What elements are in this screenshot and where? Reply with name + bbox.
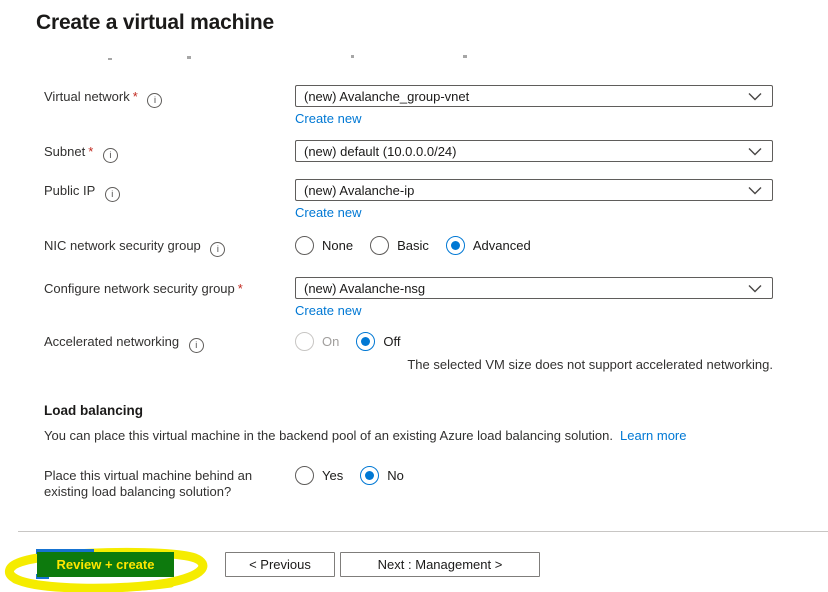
info-icon[interactable]: i bbox=[210, 242, 226, 257]
radio-label: None bbox=[322, 238, 354, 253]
chevron-down-icon bbox=[748, 284, 762, 292]
field-label: Configure network security group bbox=[44, 281, 235, 296]
chevron-down-icon bbox=[748, 186, 762, 194]
field-label: Place this virtual machine behind an exi… bbox=[44, 468, 253, 499]
radio-circle bbox=[370, 236, 390, 255]
info-glyph: i bbox=[111, 189, 114, 199]
description-text: You can place this virtual machine in th… bbox=[44, 428, 614, 443]
page-title: Create a virtual machine bbox=[36, 11, 274, 34]
radio-label: No bbox=[387, 468, 404, 483]
radio-off[interactable]: Off bbox=[356, 332, 400, 351]
radio-label: On bbox=[322, 334, 340, 349]
nic-nsg-radio-group: None Basic Advanced bbox=[295, 234, 773, 255]
info-glyph: i bbox=[195, 340, 198, 350]
load-balancing-radio-group: Yes No bbox=[295, 464, 773, 485]
create-new-link[interactable]: Create new bbox=[295, 111, 361, 127]
virtual-network-row: Virtual network * i (new) Avalanche_group… bbox=[44, 85, 773, 128]
subnet-label: Subnet * i bbox=[44, 140, 295, 163]
chevron-down-icon bbox=[748, 92, 762, 100]
radio-circle bbox=[445, 236, 465, 255]
info-icon[interactable]: i bbox=[102, 148, 118, 163]
required-marker: * bbox=[132, 89, 138, 104]
configure-nsg-row: Configure network security group * (new) … bbox=[44, 277, 773, 320]
load-balancing-heading: Load balancing bbox=[44, 403, 144, 418]
public-ip-label: Public IP i bbox=[44, 179, 295, 202]
dropdown-value: (new) Avalanche-nsg bbox=[304, 280, 426, 296]
field-label: Accelerated networking bbox=[44, 334, 180, 349]
next-management-button[interactable]: Next : Management > bbox=[340, 552, 540, 577]
radio-circle bbox=[295, 332, 314, 351]
radio-label: Off bbox=[383, 334, 401, 349]
radio-label: Advanced bbox=[472, 238, 531, 253]
radio-basic[interactable]: Basic bbox=[370, 236, 429, 255]
public-ip-row: Public IP i (new) Avalanche-ip Create ne… bbox=[44, 179, 773, 222]
configure-nsg-dropdown[interactable]: (new) Avalanche-nsg bbox=[295, 277, 773, 299]
field-label: Virtual network bbox=[44, 89, 130, 104]
dropdown-value: (new) Avalanche-ip bbox=[304, 182, 415, 198]
create-new-link[interactable]: Create new bbox=[295, 303, 361, 319]
radio-advanced[interactable]: Advanced bbox=[445, 236, 531, 255]
erased-text-remnant bbox=[108, 58, 112, 60]
public-ip-dropdown[interactable]: (new) Avalanche-ip bbox=[295, 179, 773, 201]
accelerated-networking-row: Accelerated networking i On Off The sele… bbox=[44, 330, 773, 373]
learn-more-link[interactable]: Learn more bbox=[620, 428, 686, 443]
nic-nsg-row: NIC network security group i None Basic … bbox=[44, 234, 773, 257]
field-label: Subnet bbox=[44, 144, 86, 159]
radio-circle bbox=[295, 236, 314, 255]
info-icon[interactable]: i bbox=[104, 187, 120, 202]
nic-nsg-label: NIC network security group i bbox=[44, 234, 295, 257]
info-glyph: i bbox=[109, 150, 112, 160]
load-balancing-question-row: Place this virtual machine behind an exi… bbox=[44, 464, 773, 500]
radio-circle bbox=[360, 466, 380, 485]
erased-text-remnant bbox=[463, 55, 467, 58]
radio-label: Basic bbox=[397, 238, 429, 253]
review-create-button[interactable]: Review + create bbox=[37, 552, 174, 577]
virtual-network-dropdown[interactable]: (new) Avalanche_group-vnet bbox=[295, 85, 773, 107]
dropdown-value: (new) Avalanche_group-vnet bbox=[304, 88, 470, 104]
virtual-network-label: Virtual network * i bbox=[44, 85, 295, 108]
footer-bar: Review + create < Previous Next : Manage… bbox=[0, 532, 828, 592]
radio-no[interactable]: No bbox=[360, 466, 404, 485]
vm-size-note: The selected VM size does not support ac… bbox=[407, 357, 773, 372]
subnet-row: Subnet * i (new) default (10.0.0.0/24) bbox=[44, 140, 773, 163]
subnet-dropdown[interactable]: (new) default (10.0.0.0/24) bbox=[295, 140, 773, 162]
erased-text-remnant bbox=[351, 55, 354, 58]
info-icon[interactable]: i bbox=[188, 338, 204, 353]
field-label: Public IP bbox=[44, 183, 96, 198]
accelerated-networking-label: Accelerated networking i bbox=[44, 330, 295, 353]
dropdown-value: (new) default (10.0.0.0/24) bbox=[304, 143, 457, 159]
info-glyph: i bbox=[153, 95, 156, 105]
radio-circle bbox=[295, 466, 314, 485]
radio-label: Yes bbox=[322, 468, 344, 483]
create-new-link[interactable]: Create new bbox=[295, 205, 361, 221]
accelerated-networking-radio-group: On Off bbox=[295, 330, 773, 351]
radio-on: On bbox=[295, 332, 339, 351]
erased-text-remnant bbox=[187, 56, 191, 59]
radio-yes[interactable]: Yes bbox=[295, 466, 343, 485]
load-balancing-description: You can place this virtual machine in th… bbox=[44, 428, 773, 444]
chevron-down-icon bbox=[748, 147, 762, 155]
required-marker: * bbox=[237, 281, 243, 296]
radio-circle bbox=[356, 332, 376, 351]
info-icon[interactable]: i bbox=[147, 93, 163, 108]
load-balancing-question-label: Place this virtual machine behind an exi… bbox=[44, 464, 295, 500]
field-label: NIC network security group bbox=[44, 238, 201, 253]
networking-form: Virtual network * i (new) Avalanche_group… bbox=[44, 85, 773, 500]
configure-nsg-label: Configure network security group * bbox=[44, 277, 295, 297]
previous-button[interactable]: < Previous bbox=[225, 552, 335, 577]
required-marker: * bbox=[88, 144, 94, 159]
info-glyph: i bbox=[216, 244, 219, 254]
radio-none[interactable]: None bbox=[295, 236, 353, 255]
